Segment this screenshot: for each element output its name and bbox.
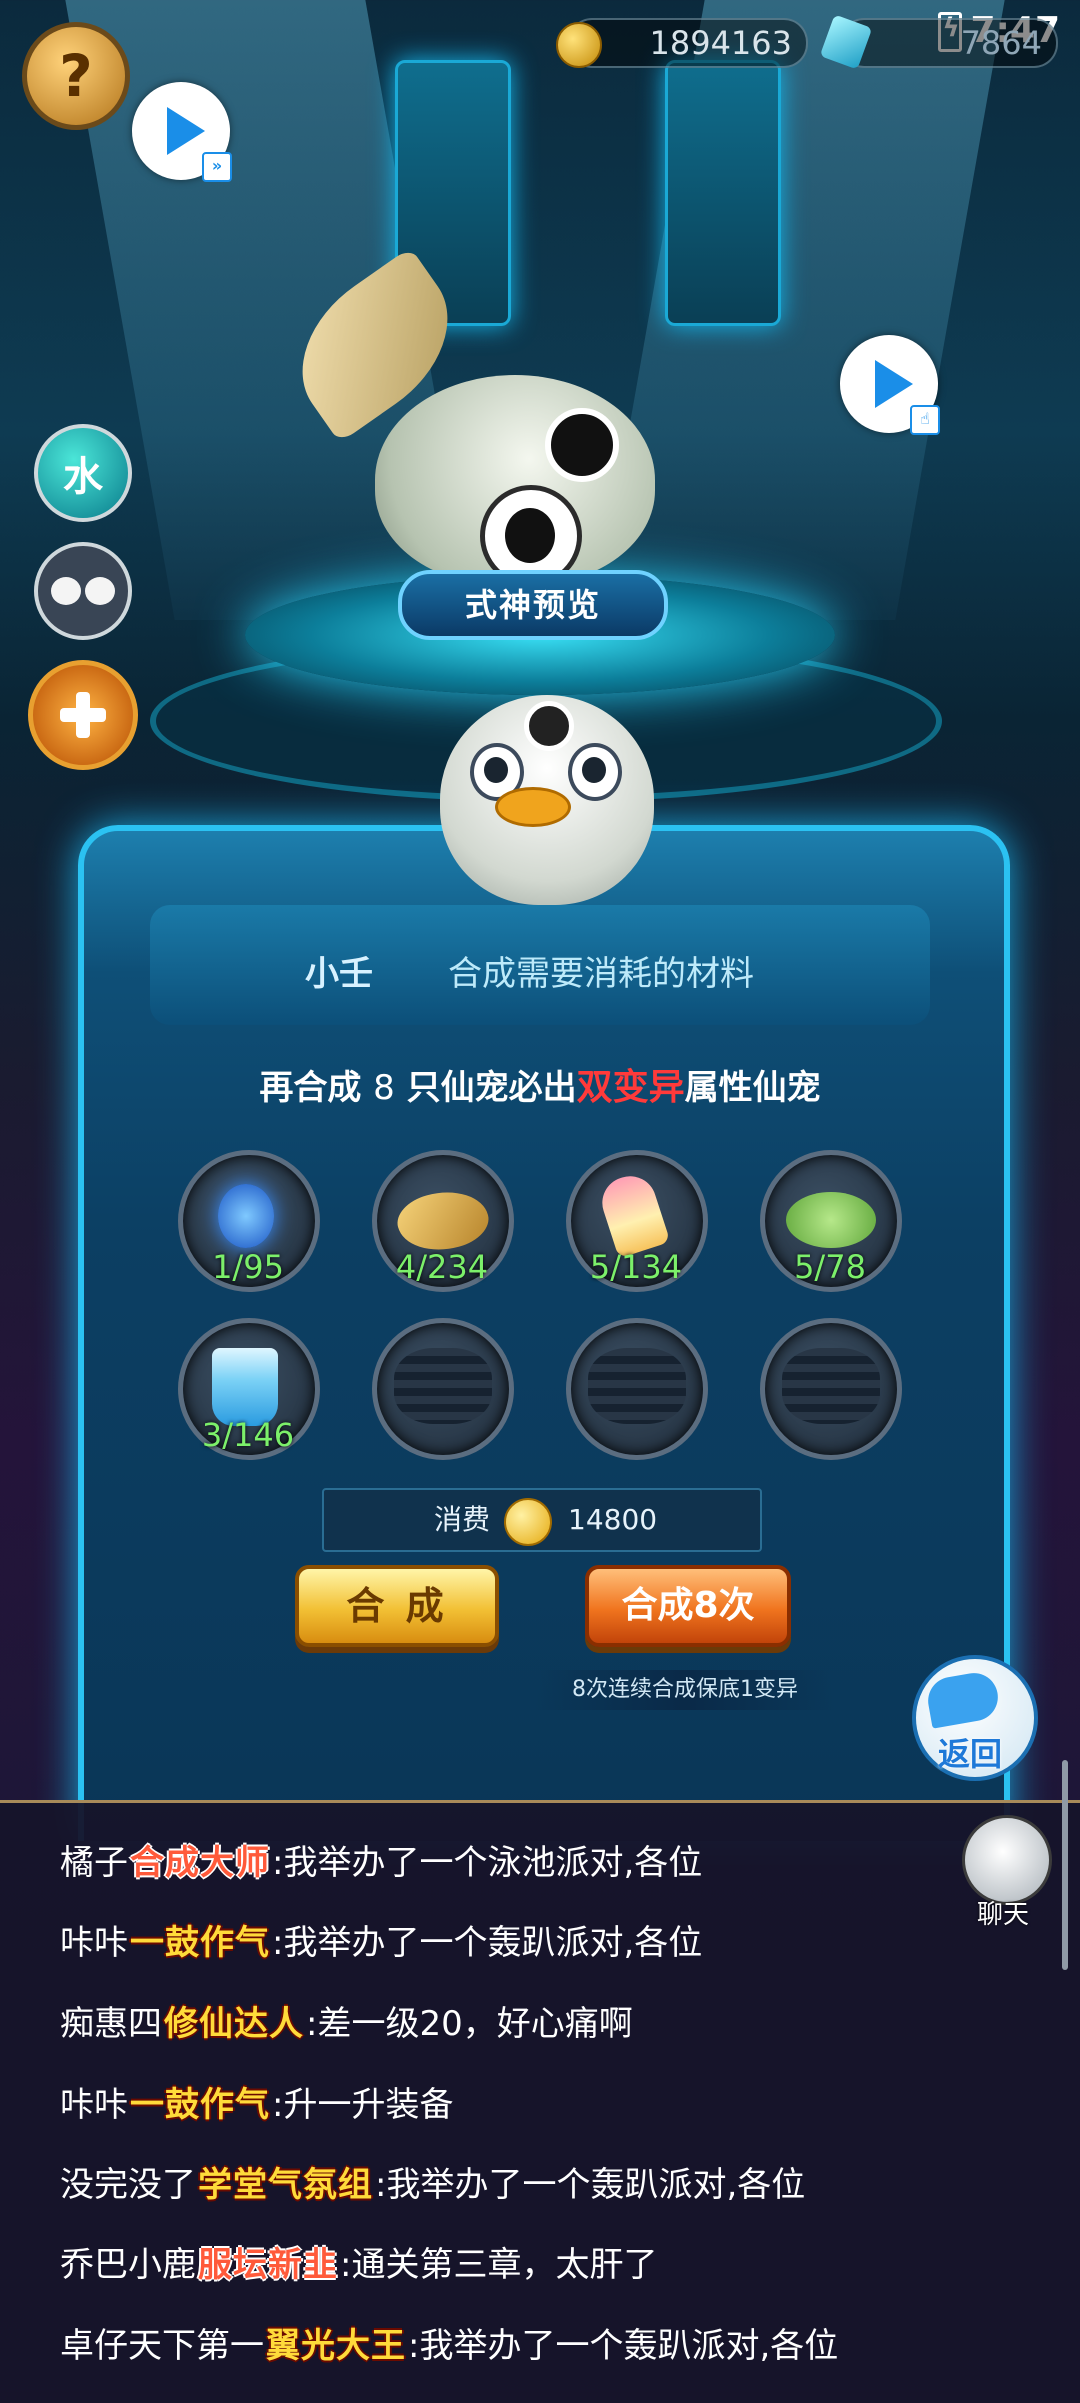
fast-forward-icon: » xyxy=(202,152,232,182)
hint-highlight: 双变异 xyxy=(576,1067,685,1108)
pet-name: 小壬 xyxy=(305,954,373,994)
play-icon xyxy=(875,360,913,408)
cost-label: 消费 xyxy=(434,1503,491,1536)
light-beam-right xyxy=(595,0,1005,620)
tap-icon: ☝ xyxy=(910,405,940,435)
chat-message: 乔巴小鹿服坛新韭:通关第三章，太肝了 xyxy=(60,2237,657,2286)
sender-name: 橘子 xyxy=(60,1843,128,1883)
cost-bar: 消费 14800 xyxy=(322,1488,762,1552)
blue-soul-icon xyxy=(218,1184,274,1248)
gold-amount: 1894163 xyxy=(649,24,792,62)
play-icon xyxy=(167,107,205,155)
material-count: 4/234 xyxy=(395,1248,489,1286)
gem-counter: 7864 xyxy=(819,14,1058,70)
message-text: :通关第三章，太肝了 xyxy=(340,2245,658,2285)
gold-counter: 1894163 xyxy=(556,18,808,68)
back-arrow-icon xyxy=(924,1669,1002,1729)
lily-pad-icon xyxy=(786,1192,876,1248)
rabbit-icon xyxy=(85,577,115,605)
empty-slot-grate xyxy=(782,1348,880,1424)
sender-name: 乔巴小鹿 xyxy=(60,2245,196,2285)
chat-message: 卓仔天下第一翼光大王:我举办了一个轰趴派对,各位 xyxy=(60,2318,838,2367)
duck-beak xyxy=(495,787,571,827)
sender-title-badge: 一鼓作气 xyxy=(130,1923,270,1963)
message-text: :我举办了一个泳池派对,各位 xyxy=(272,1843,703,1883)
sender-title-badge: 合成大师 xyxy=(130,1843,270,1883)
empty-slot-grate xyxy=(588,1348,686,1424)
empty-slot xyxy=(566,1318,708,1460)
back-label: 返回 xyxy=(938,1735,1003,1773)
sender-name: 痴惠四 xyxy=(60,2004,162,2044)
water-label: 水 xyxy=(63,454,103,500)
gold-coin-icon xyxy=(504,1498,552,1546)
message-text: :升一升装备 xyxy=(272,2085,454,2125)
chat-scrollbar[interactable] xyxy=(1062,1760,1068,1970)
help-button[interactable]: ? xyxy=(22,22,130,130)
question-mark-icon: ? xyxy=(59,42,93,110)
sender-name: 卓仔天下第一 xyxy=(60,2326,264,2366)
plus-icon xyxy=(60,692,106,738)
water-element-button[interactable]: 水 xyxy=(34,424,132,522)
material-slot[interactable]: 3/146 xyxy=(178,1318,320,1460)
message-text: :我举办了一个轰趴派对,各位 xyxy=(375,2165,806,2205)
material-count: 3/146 xyxy=(201,1416,295,1454)
sender-title-badge: 学堂气氛组 xyxy=(198,2165,373,2205)
gold-coin-icon xyxy=(556,22,602,68)
material-count: 1/95 xyxy=(212,1248,284,1286)
chat-message: 痴惠四修仙达人:差一级20，好心痛啊 xyxy=(60,1996,633,2045)
synthesize-once-button[interactable]: 合 成 xyxy=(295,1565,499,1647)
gem-amount: 7864 xyxy=(960,24,1042,62)
chat-button[interactable]: 聊天 xyxy=(962,1815,1052,1930)
cat-icon xyxy=(51,577,81,605)
message-text: :我举办了一个轰趴派对,各位 xyxy=(272,1923,703,1963)
material-count: 5/78 xyxy=(794,1248,866,1286)
materials-title: 合成需要消耗的材料 xyxy=(448,954,754,994)
fish-marking xyxy=(545,408,619,482)
chat-button-label: 聊天 xyxy=(977,1900,1030,1930)
empty-slot xyxy=(760,1318,902,1460)
chat-message: 咔咔一鼓作气:升一升装备 xyxy=(60,2077,453,2126)
material-slot[interactable]: 5/134 xyxy=(566,1150,708,1292)
synthesis-hint: 再合成 8 只仙宠必出双变异属性仙宠 xyxy=(259,1067,821,1108)
synthesize-eight-times-button[interactable]: 合成8次 xyxy=(585,1565,791,1647)
guarantee-note: 8次连续合成保底1变异 xyxy=(535,1670,835,1710)
material-slot[interactable]: 1/95 xyxy=(178,1150,320,1292)
duck-marking xyxy=(524,701,574,751)
sender-title-badge: 服坛新韭 xyxy=(198,2245,338,2285)
message-text: :差一级20，好心痛啊 xyxy=(306,2004,633,2044)
chat-message: 没完没了学堂气氛组:我举办了一个轰趴派对,各位 xyxy=(60,2157,805,2206)
empty-slot-grate xyxy=(394,1348,492,1424)
duck-eye-right xyxy=(568,743,622,801)
chat-message: 橘子合成大师:我举办了一个泳池派对,各位 xyxy=(60,1835,702,1884)
sender-name: 没完没了 xyxy=(60,2165,196,2205)
chat-message: 咔咔一鼓作气:我举办了一个轰趴派对,各位 xyxy=(60,1915,702,1964)
sender-name: 咔咔 xyxy=(60,2085,128,2125)
sender-name: 咔咔 xyxy=(60,1923,128,1963)
pet-preview-button[interactable]: 式神预览 xyxy=(398,570,668,640)
duck-pet xyxy=(440,695,654,905)
sender-title-badge: 修仙达人 xyxy=(164,2004,304,2044)
cost-value: 14800 xyxy=(568,1503,658,1536)
sender-title-badge: 一鼓作气 xyxy=(130,2085,270,2125)
video-ad-button-right[interactable]: ☝ xyxy=(840,335,940,435)
add-button[interactable] xyxy=(28,660,138,770)
material-slot[interactable]: 5/78 xyxy=(760,1150,902,1292)
material-slot[interactable]: 4/234 xyxy=(372,1150,514,1292)
video-ad-button-top[interactable]: » xyxy=(132,82,232,182)
pillar-right xyxy=(665,60,781,326)
pet-companions-button[interactable] xyxy=(34,542,132,640)
material-count: 5/134 xyxy=(589,1248,683,1286)
message-text: :我举办了一个轰趴派对,各位 xyxy=(408,2326,839,2366)
back-button[interactable]: 返回 xyxy=(912,1655,1038,1781)
empty-slot xyxy=(372,1318,514,1460)
water-cup-icon xyxy=(212,1348,278,1426)
sender-title-badge: 翼光大王 xyxy=(266,2326,406,2366)
